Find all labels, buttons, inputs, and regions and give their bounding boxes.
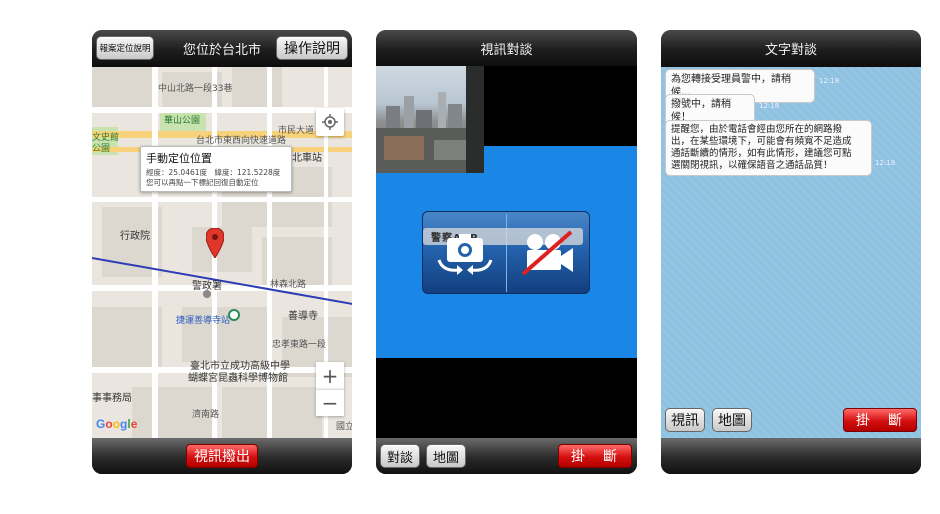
chat-time: 12:18 bbox=[759, 102, 780, 110]
map-label: 台北市東西向快速道路 bbox=[196, 136, 287, 146]
zoom-out-button[interactable]: − bbox=[316, 389, 344, 416]
phone-video-screen: 視訊對談 警察APP bbox=[376, 30, 637, 474]
map-label: 濟南路 bbox=[192, 410, 220, 420]
map-label: 忠孝東路一段 bbox=[272, 340, 327, 350]
map-label: 事事務局 bbox=[92, 393, 132, 404]
chat-title: 文字對談 bbox=[764, 43, 817, 58]
map-label: 行政院 bbox=[120, 231, 150, 242]
phone-map-screen: 報案定位說明 您位於台北市 操作說明 中山北路一段33巷 華山公園 市民大道 台… bbox=[92, 30, 352, 474]
video-control-panel: 警察APP bbox=[422, 211, 590, 294]
info-window-title: 手動定位位置 bbox=[146, 152, 212, 165]
my-location-button[interactable] bbox=[316, 108, 344, 136]
chat-message-line: 出，在某些環境下，可能會有頻寬不足造成 bbox=[671, 136, 852, 147]
map-label: 國立 bbox=[336, 422, 352, 432]
chat-message-line: 提醒您，由於電話會經由您所在的網路撥 bbox=[671, 124, 843, 135]
chat-message-line: 通話斷續的情形，如有此情形，建議您可點 bbox=[671, 148, 852, 159]
chat-message: 提醒您，由於電話會經由您所在的網路撥 出，在某些環境下，可能會有頻寬不足造成 通… bbox=[665, 120, 872, 176]
video-title: 視訊對談 bbox=[480, 43, 533, 58]
chat-bottom-bar bbox=[661, 438, 921, 474]
hang-up-button[interactable]: 掛 斷 bbox=[843, 408, 917, 432]
google-logo: Google bbox=[96, 417, 138, 431]
info-window-hint: 您可以再點一下標記回復自動定位 bbox=[146, 178, 259, 187]
map-pin-icon[interactable] bbox=[206, 228, 224, 258]
video-view: 警察APP bbox=[376, 66, 637, 438]
video-off-icon[interactable] bbox=[519, 228, 579, 278]
map-label: 捷運善導寺站 bbox=[176, 316, 231, 326]
locate-icon bbox=[322, 114, 338, 130]
map-label: 北車站 bbox=[292, 153, 322, 164]
map-bottom-bar: 視訊撥出 bbox=[92, 438, 352, 474]
map-label: 華山公園 bbox=[164, 116, 201, 126]
chat-time: 12:18 bbox=[875, 159, 896, 167]
instructions-button[interactable]: 操作說明 bbox=[276, 36, 348, 60]
map-label: 中山北路一段33巷 bbox=[158, 84, 233, 94]
phone-chat-screen: 文字對談 為您轉接受理員警中，請稍候... 12:18 撥號中，請稍候！ 12:… bbox=[661, 30, 921, 474]
map-top-bar: 報案定位說明 您位於台北市 操作說明 bbox=[92, 30, 352, 67]
switch-camera-icon[interactable] bbox=[433, 230, 497, 278]
chat-top-bar: 文字對談 bbox=[661, 30, 921, 67]
chat-time: 12:18 bbox=[819, 77, 840, 85]
hang-up-button[interactable]: 掛 斷 bbox=[558, 444, 632, 468]
metro-icon bbox=[228, 309, 240, 321]
chat-message-line: 選關閉視訊，以確保語音之通話品質！ bbox=[671, 160, 833, 171]
map-button[interactable]: 地圖 bbox=[426, 444, 466, 468]
map-label: 林森北路 bbox=[270, 280, 307, 290]
talk-button[interactable]: 對談 bbox=[380, 444, 420, 468]
report-location-help-button[interactable]: 報案定位說明 bbox=[96, 36, 154, 60]
location-title: 您位於台北市 bbox=[182, 43, 261, 58]
city-view-image bbox=[376, 66, 484, 173]
map-label: 蝴蝶宮昆蟲科學博物館 bbox=[188, 373, 288, 384]
map-button[interactable]: 地圖 bbox=[712, 408, 752, 432]
zoom-in-button[interactable]: + bbox=[316, 362, 344, 389]
chat-area: 為您轉接受理員警中，請稍候... 12:18 撥號中，請稍候！ 12:18 提醒… bbox=[661, 67, 921, 438]
local-camera-preview bbox=[376, 66, 484, 173]
video-top-bar: 視訊對談 bbox=[376, 30, 637, 67]
location-info-window: 手動定位位置 經度：25.0461度 緯度：121.5228度 您可以再點一下標… bbox=[140, 146, 292, 192]
info-window-coords: 經度：25.0461度 緯度：121.5228度 bbox=[146, 168, 281, 177]
temple-icon bbox=[203, 290, 211, 298]
video-bottom-bar: 對談 地圖 掛 斷 bbox=[376, 438, 637, 474]
map-label: 文史館公園 bbox=[92, 133, 120, 154]
video-button[interactable]: 視訊 bbox=[665, 408, 705, 432]
video-call-out-button[interactable]: 視訊撥出 bbox=[186, 444, 258, 468]
map-label: 善導寺 bbox=[288, 311, 318, 322]
map-view[interactable]: 中山北路一段33巷 華山公園 市民大道 台北市東西向快速道路 文史館公園 北車站… bbox=[92, 67, 352, 438]
